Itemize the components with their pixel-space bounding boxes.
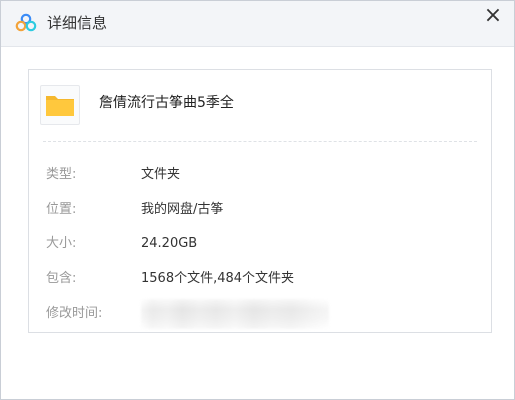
contains-label: 包含: (46, 271, 77, 286)
size-value: 24.20GB (141, 236, 198, 251)
size-label: 大小: (46, 236, 77, 251)
details-dialog: 详细信息 × 詹倩流行古筝曲5季全 类型: 文件夹 位置: 我的网盘/古筝 大小… (0, 0, 515, 400)
location-value[interactable]: 我的网盘/古筝 (141, 201, 223, 219)
close-button[interactable]: × (482, 5, 504, 27)
divider (43, 141, 477, 142)
title-bar[interactable]: 详细信息 × (1, 1, 514, 47)
location-label: 位置: (46, 202, 77, 217)
cloud-logo-icon (15, 13, 37, 32)
folder-icon (46, 96, 74, 116)
folder-name: 詹倩流行古筝曲5季全 (99, 95, 234, 111)
dialog-title: 详细信息 (47, 14, 108, 32)
type-value: 文件夹 (141, 167, 181, 182)
details-panel: 詹倩流行古筝曲5季全 类型: 文件夹 位置: 我的网盘/古筝 大小: 24.20… (28, 69, 492, 333)
type-label: 类型: (46, 167, 77, 182)
contains-value: 1568个文件,484个文件夹 (141, 271, 295, 286)
modified-label: 修改时间: (46, 306, 103, 321)
redacted-blur (141, 299, 329, 329)
file-thumbnail (40, 85, 80, 125)
close-icon: × (483, 3, 503, 28)
